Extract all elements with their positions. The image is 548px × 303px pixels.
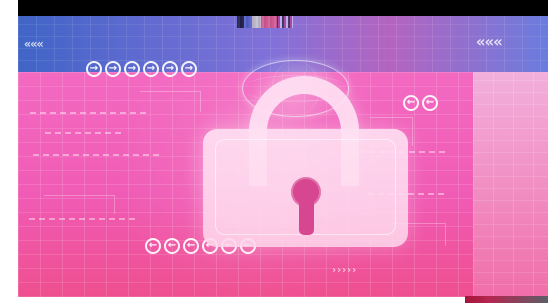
- glitch-block: [237, 16, 277, 28]
- right-circle-icons: ← ←: [403, 95, 438, 111]
- top-circle-icons: → → → → → →: [86, 61, 197, 77]
- circle-arrow-icon: ←: [164, 238, 180, 254]
- circuit-line: [140, 91, 201, 112]
- data-line: [30, 112, 150, 114]
- circle-arrow-icon: →: [143, 61, 159, 77]
- circle-arrow-icon: ←: [183, 238, 199, 254]
- data-line: [45, 132, 125, 134]
- data-line: [29, 218, 139, 220]
- circle-arrow-icon: ←: [422, 95, 438, 111]
- right-pink-panel: [473, 72, 548, 297]
- padlock-icon: [203, 76, 408, 256]
- data-line: [33, 154, 163, 156]
- circle-arrow-icon: →: [162, 61, 178, 77]
- bottom-right-strip: [465, 296, 548, 303]
- top-black-band: [18, 0, 548, 16]
- left-chevron-icons: «««: [24, 37, 44, 51]
- bottom-chevron-icons: ›››››: [331, 265, 357, 276]
- keyhole-stem-icon: [299, 200, 314, 235]
- circle-arrow-icon: ←: [145, 238, 161, 254]
- circuit-line: [44, 195, 115, 214]
- circle-arrow-icon: →: [124, 61, 140, 77]
- left-margin: [0, 0, 18, 303]
- right-chevron-icons: «««: [476, 32, 503, 51]
- screenshot-stage: → → → → → → ← ← ← ← ← ← ← ← ««« ««« ››››…: [0, 0, 548, 303]
- circle-arrow-icon: →: [86, 61, 102, 77]
- circle-arrow-icon: →: [181, 61, 197, 77]
- circle-arrow-icon: →: [105, 61, 121, 77]
